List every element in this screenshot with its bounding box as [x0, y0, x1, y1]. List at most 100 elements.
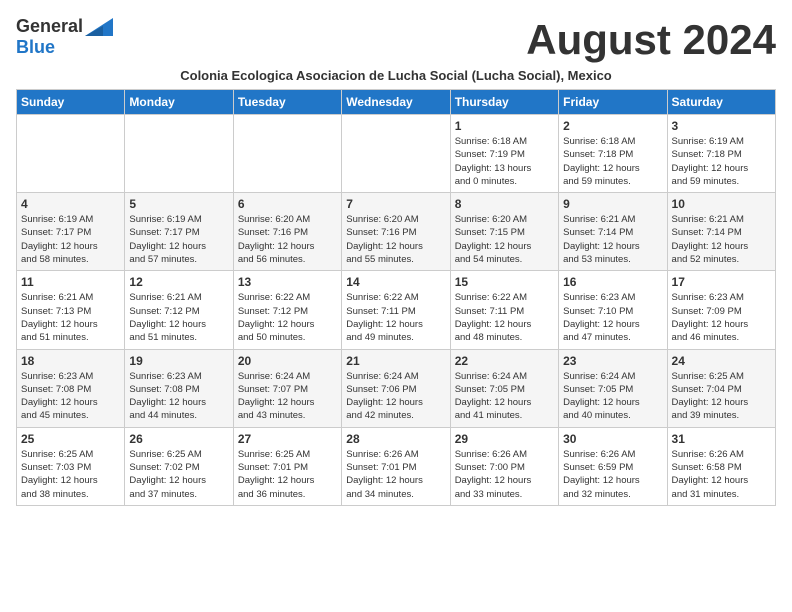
weekday-header-friday: Friday — [559, 90, 667, 115]
calendar-table: SundayMondayTuesdayWednesdayThursdayFrid… — [16, 89, 776, 506]
day-info: Sunrise: 6:20 AM Sunset: 7:16 PM Dayligh… — [346, 213, 445, 266]
day-info: Sunrise: 6:24 AM Sunset: 7:07 PM Dayligh… — [238, 370, 337, 423]
day-number: 18 — [21, 354, 120, 368]
day-number: 2 — [563, 119, 662, 133]
day-number: 28 — [346, 432, 445, 446]
day-info: Sunrise: 6:26 AM Sunset: 6:59 PM Dayligh… — [563, 448, 662, 501]
day-number: 20 — [238, 354, 337, 368]
day-number: 7 — [346, 197, 445, 211]
day-number: 26 — [129, 432, 228, 446]
day-number: 27 — [238, 432, 337, 446]
day-number: 29 — [455, 432, 554, 446]
day-number: 21 — [346, 354, 445, 368]
day-info: Sunrise: 6:19 AM Sunset: 7:18 PM Dayligh… — [672, 135, 771, 188]
day-info: Sunrise: 6:23 AM Sunset: 7:10 PM Dayligh… — [563, 291, 662, 344]
day-info: Sunrise: 6:20 AM Sunset: 7:15 PM Dayligh… — [455, 213, 554, 266]
weekday-header-row: SundayMondayTuesdayWednesdayThursdayFrid… — [17, 90, 776, 115]
weekday-header-monday: Monday — [125, 90, 233, 115]
day-number: 5 — [129, 197, 228, 211]
day-info: Sunrise: 6:25 AM Sunset: 7:04 PM Dayligh… — [672, 370, 771, 423]
day-info: Sunrise: 6:24 AM Sunset: 7:05 PM Dayligh… — [455, 370, 554, 423]
day-number: 14 — [346, 275, 445, 289]
logo-icon — [85, 18, 113, 36]
day-info: Sunrise: 6:21 AM Sunset: 7:12 PM Dayligh… — [129, 291, 228, 344]
day-number: 9 — [563, 197, 662, 211]
day-info: Sunrise: 6:23 AM Sunset: 7:09 PM Dayligh… — [672, 291, 771, 344]
day-number: 24 — [672, 354, 771, 368]
weekday-header-tuesday: Tuesday — [233, 90, 341, 115]
calendar-cell: 19Sunrise: 6:23 AM Sunset: 7:08 PM Dayli… — [125, 349, 233, 427]
day-info: Sunrise: 6:21 AM Sunset: 7:14 PM Dayligh… — [563, 213, 662, 266]
day-number: 1 — [455, 119, 554, 133]
day-info: Sunrise: 6:21 AM Sunset: 7:13 PM Dayligh… — [21, 291, 120, 344]
calendar-cell: 6Sunrise: 6:20 AM Sunset: 7:16 PM Daylig… — [233, 193, 341, 271]
day-info: Sunrise: 6:23 AM Sunset: 7:08 PM Dayligh… — [129, 370, 228, 423]
calendar-cell: 4Sunrise: 6:19 AM Sunset: 7:17 PM Daylig… — [17, 193, 125, 271]
calendar-cell: 21Sunrise: 6:24 AM Sunset: 7:06 PM Dayli… — [342, 349, 450, 427]
day-number: 23 — [563, 354, 662, 368]
day-info: Sunrise: 6:18 AM Sunset: 7:18 PM Dayligh… — [563, 135, 662, 188]
calendar-cell: 10 Sunrise: 6:21 AM Sunset: 7:14 PM Dayli… — [667, 193, 775, 271]
day-info: Sunrise: 6:26 AM Sunset: 7:01 PM Dayligh… — [346, 448, 445, 501]
page-header: General Blue August 2024 — [16, 16, 776, 64]
day-number: 22 — [455, 354, 554, 368]
calendar-cell: 18 Sunrise: 6:23 AM Sunset: 7:08 PM Dayli… — [17, 349, 125, 427]
calendar-week-3: 11 Sunrise: 6:21 AM Sunset: 7:13 PM Dayli… — [17, 271, 776, 349]
calendar-cell: 5 Sunrise: 6:19 AM Sunset: 7:17 PM Daylig… — [125, 193, 233, 271]
calendar-cell: 7 Sunrise: 6:20 AM Sunset: 7:16 PM Daylig… — [342, 193, 450, 271]
calendar-cell: 3 Sunrise: 6:19 AM Sunset: 7:18 PM Daylig… — [667, 115, 775, 193]
day-info: Sunrise: 6:25 AM Sunset: 7:01 PM Dayligh… — [238, 448, 337, 501]
calendar-cell: 11 Sunrise: 6:21 AM Sunset: 7:13 PM Dayli… — [17, 271, 125, 349]
calendar-cell: 17 Sunrise: 6:23 AM Sunset: 7:09 PM Dayli… — [667, 271, 775, 349]
day-info: Sunrise: 6:25 AM Sunset: 7:02 PM Dayligh… — [129, 448, 228, 501]
day-info: Sunrise: 6:19 AM Sunset: 7:17 PM Dayligh… — [129, 213, 228, 266]
day-info: Sunrise: 6:26 AM Sunset: 6:58 PM Dayligh… — [672, 448, 771, 501]
calendar-cell: 24 Sunrise: 6:25 AM Sunset: 7:04 PM Dayli… — [667, 349, 775, 427]
calendar-subtitle: Colonia Ecologica Asociacion de Lucha So… — [16, 68, 776, 83]
day-number: 10 — [672, 197, 771, 211]
day-number: 30 — [563, 432, 662, 446]
calendar-week-4: 18 Sunrise: 6:23 AM Sunset: 7:08 PM Dayli… — [17, 349, 776, 427]
calendar-cell: 12 Sunrise: 6:21 AM Sunset: 7:12 PM Dayli… — [125, 271, 233, 349]
calendar-cell: 8 Sunrise: 6:20 AM Sunset: 7:15 PM Daylig… — [450, 193, 558, 271]
calendar-cell: 15 Sunrise: 6:22 AM Sunset: 7:11 PM Dayli… — [450, 271, 558, 349]
calendar-cell: 14 Sunrise: 6:22 AM Sunset: 7:11 PM Dayli… — [342, 271, 450, 349]
calendar-cell: 28 Sunrise: 6:26 AM Sunset: 7:01 PM Dayli… — [342, 427, 450, 505]
day-number: 11 — [21, 275, 120, 289]
day-number: 15 — [455, 275, 554, 289]
day-number: 13 — [238, 275, 337, 289]
day-number: 12 — [129, 275, 228, 289]
calendar-cell: 30 Sunrise: 6:26 AM Sunset: 6:59 PM Dayli… — [559, 427, 667, 505]
calendar-cell — [342, 115, 450, 193]
calendar-cell — [125, 115, 233, 193]
calendar-week-1: 1Sunrise: 6:18 AM Sunset: 7:19 PM Daylig… — [17, 115, 776, 193]
calendar-cell: 9 Sunrise: 6:21 AM Sunset: 7:14 PM Daylig… — [559, 193, 667, 271]
day-info: Sunrise: 6:24 AM Sunset: 7:05 PM Dayligh… — [563, 370, 662, 423]
calendar-cell: 2 Sunrise: 6:18 AM Sunset: 7:18 PM Daylig… — [559, 115, 667, 193]
calendar-cell: 27 Sunrise: 6:25 AM Sunset: 7:01 PM Dayli… — [233, 427, 341, 505]
weekday-header-saturday: Saturday — [667, 90, 775, 115]
calendar-cell — [17, 115, 125, 193]
calendar-cell: 16 Sunrise: 6:23 AM Sunset: 7:10 PM Dayli… — [559, 271, 667, 349]
day-number: 3 — [672, 119, 771, 133]
day-info: Sunrise: 6:22 AM Sunset: 7:11 PM Dayligh… — [346, 291, 445, 344]
calendar-cell: 22 Sunrise: 6:24 AM Sunset: 7:05 PM Dayli… — [450, 349, 558, 427]
day-info: Sunrise: 6:21 AM Sunset: 7:14 PM Dayligh… — [672, 213, 771, 266]
calendar-cell: 31 Sunrise: 6:26 AM Sunset: 6:58 PM Dayli… — [667, 427, 775, 505]
day-number: 31 — [672, 432, 771, 446]
calendar-cell: 26 Sunrise: 6:25 AM Sunset: 7:02 PM Dayli… — [125, 427, 233, 505]
day-info: Sunrise: 6:26 AM Sunset: 7:00 PM Dayligh… — [455, 448, 554, 501]
weekday-header-wednesday: Wednesday — [342, 90, 450, 115]
day-info: Sunrise: 6:22 AM Sunset: 7:11 PM Dayligh… — [455, 291, 554, 344]
month-title: August 2024 — [526, 16, 776, 64]
calendar-cell — [233, 115, 341, 193]
calendar-week-2: 4Sunrise: 6:19 AM Sunset: 7:17 PM Daylig… — [17, 193, 776, 271]
day-number: 16 — [563, 275, 662, 289]
calendar-cell: 13 Sunrise: 6:22 AM Sunset: 7:12 PM Dayli… — [233, 271, 341, 349]
day-info: Sunrise: 6:23 AM Sunset: 7:08 PM Dayligh… — [21, 370, 120, 423]
day-number: 8 — [455, 197, 554, 211]
day-number: 17 — [672, 275, 771, 289]
day-info: Sunrise: 6:22 AM Sunset: 7:12 PM Dayligh… — [238, 291, 337, 344]
calendar-week-5: 25Sunrise: 6:25 AM Sunset: 7:03 PM Dayli… — [17, 427, 776, 505]
calendar-cell: 25Sunrise: 6:25 AM Sunset: 7:03 PM Dayli… — [17, 427, 125, 505]
